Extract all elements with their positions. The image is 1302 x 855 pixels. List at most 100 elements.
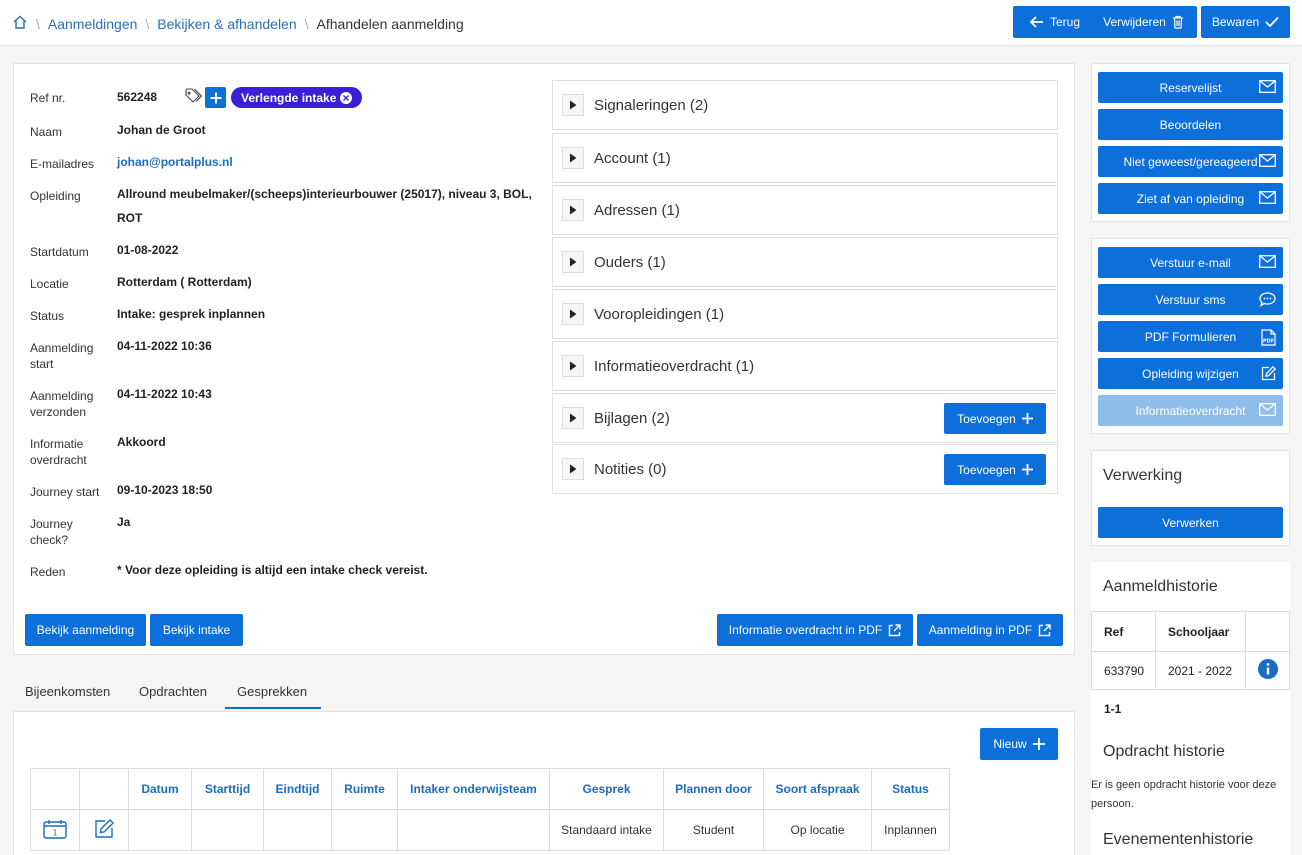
external-link-icon [1038, 623, 1051, 636]
verstuur-sms-button[interactable]: Verstuur sms [1098, 284, 1283, 315]
arrow-left-icon [1029, 16, 1043, 28]
new-gesprek-button[interactable]: Nieuw [980, 728, 1058, 760]
notities-add-button[interactable]: Toevoegen [944, 454, 1046, 485]
col-soort-afspraak[interactable]: Soort afspraak [763, 768, 872, 810]
save-button[interactable]: Bewaren [1201, 6, 1290, 38]
ref-value: 562248 [117, 90, 158, 104]
verwerken-button[interactable]: Verwerken [1098, 507, 1283, 538]
startdatum-label: Startdatum [30, 245, 89, 259]
tab-opdrachten[interactable]: Opdrachten [139, 684, 207, 699]
aanmelding-pdf-button[interactable]: Aanmelding in PDF [917, 614, 1063, 646]
reservelijst-button[interactable]: Reservelijst [1098, 72, 1283, 103]
envelope-icon [1259, 154, 1276, 167]
verwerking-title: Verwerking [1103, 467, 1183, 484]
col-info [1245, 611, 1290, 652]
aanmeldhistorie-title: Aanmeldhistorie [1103, 578, 1218, 595]
bekijk-intake-button[interactable]: Bekijk intake [150, 614, 243, 646]
accordion-notities[interactable]: Notities (0) Toevoegen [552, 444, 1058, 494]
info-overdracht-pdf-button[interactable]: Informatie overdracht in PDF [717, 614, 913, 646]
breadcrumb-aanmeldingen[interactable]: Aanmeldingen [48, 16, 138, 32]
reden-value: * Voor deze opleiding is altijd een inta… [117, 563, 428, 577]
aanmelding-verzonden-value: 04-11-2022 10:43 [117, 387, 212, 401]
bijlagen-add-button[interactable]: Toevoegen [944, 403, 1046, 434]
plus-icon [1032, 738, 1045, 750]
home-icon[interactable] [12, 14, 28, 33]
ref-label: Ref nr. [30, 91, 66, 105]
historie-table: Ref Schooljaar 633790 2021 - 2022 [1091, 611, 1290, 690]
svg-text:1: 1 [52, 828, 57, 837]
pdf-formulieren-button[interactable]: PDF Formulieren PDF [1098, 321, 1283, 352]
accordion-informatieoverdracht[interactable]: Informatieoverdracht (1) [552, 341, 1058, 391]
col-edit [79, 768, 129, 810]
col-starttijd[interactable]: Starttijd [191, 768, 264, 810]
back-button[interactable]: Terug [1013, 6, 1097, 38]
journey-start-label: Journey start [30, 485, 100, 499]
col-gesprek[interactable]: Gesprek [549, 768, 664, 810]
col-calendar [30, 768, 80, 810]
status-badge: Verlengde intake [231, 87, 362, 108]
top-bar: \ Aanmeldingen \ Bekijken & afhandelen \… [0, 0, 1302, 46]
journey-check-value: Ja [117, 515, 131, 529]
opdracht-historie-empty: Er is geen opdracht historie voor deze p… [1091, 779, 1277, 810]
cell-datum [128, 809, 192, 851]
edit-icon[interactable] [93, 818, 115, 843]
caret-right-icon [562, 94, 584, 116]
table-header-row: Ref Schooljaar [1091, 611, 1290, 652]
col-ruimte[interactable]: Ruimte [331, 768, 398, 810]
caret-right-icon [562, 147, 584, 169]
col-intaker[interactable]: Intaker onderwijsteam [397, 768, 550, 810]
opdracht-historie-title: Opdracht historie [1103, 743, 1225, 760]
historie-paging: 1-1 [1104, 702, 1122, 716]
col-status[interactable]: Status [871, 768, 950, 810]
aanmelding-start-label: Aanmelding start [30, 341, 94, 371]
accordion-vooropleidingen[interactable]: Vooropleidingen (1) [552, 289, 1058, 339]
cell-soort-afspraak: Op locatie [763, 809, 872, 851]
envelope-icon [1259, 255, 1276, 268]
pdf-icon: PDF [1261, 329, 1276, 346]
accordion-account[interactable]: Account (1) [552, 133, 1058, 183]
col-datum[interactable]: Datum [128, 768, 192, 810]
cell-ref: 633790 [1091, 651, 1156, 690]
accordion-bijlagen[interactable]: Bijlagen (2) Toevoegen [552, 393, 1058, 443]
reden-label: Reden [30, 565, 66, 579]
tab-gesprekken[interactable]: Gesprekken [237, 684, 307, 699]
tag-icon[interactable] [185, 88, 203, 107]
tab-bijeenkomsten[interactable]: Bijeenkomsten [25, 684, 110, 699]
breadcrumb-bekijken[interactable]: Bekijken & afhandelen [157, 16, 296, 32]
journey-check-label: Journey check? [30, 517, 73, 547]
info-icon[interactable] [1257, 659, 1278, 682]
email-link[interactable]: johan@portalplus.nl [117, 150, 233, 174]
accordion-ouders[interactable]: Ouders (1) [552, 237, 1058, 287]
beoordelen-button[interactable]: Beoordelen [1098, 109, 1283, 140]
email-label: E-mailadres [30, 157, 95, 171]
trash-icon [1172, 15, 1183, 29]
caret-right-icon [562, 355, 584, 377]
bekijk-aanmelding-button[interactable]: Bekijk aanmelding [25, 614, 146, 646]
cell-status: Inplannen [871, 809, 950, 851]
active-tab-indicator [225, 707, 321, 709]
close-icon[interactable] [340, 91, 353, 104]
verstuur-email-button[interactable]: Verstuur e-mail [1098, 247, 1283, 278]
col-ref: Ref [1091, 611, 1156, 652]
col-eindtijd[interactable]: Eindtijd [263, 768, 332, 810]
opleiding-wijzigen-button[interactable]: Opleiding wijzigen [1098, 358, 1283, 389]
calendar-icon[interactable]: 1 [43, 819, 67, 842]
niet-geweest-button[interactable]: Niet geweest/gereageerd [1098, 146, 1283, 177]
cell-gesprek: Standaard intake [549, 809, 664, 851]
add-tag-button[interactable] [205, 87, 226, 108]
caret-right-icon [562, 303, 584, 325]
col-plannen-door[interactable]: Plannen door [663, 768, 764, 810]
ziet-af-button[interactable]: Ziet af van opleiding [1098, 183, 1283, 214]
cell-intaker [397, 809, 550, 851]
external-link-icon [889, 623, 901, 636]
opleiding-value-2: ROT [117, 211, 143, 225]
table-row: 1 Standaard intake Student Op locatie In… [30, 809, 950, 851]
delete-button[interactable]: Verwijderen [1090, 6, 1197, 38]
accordion-signaleringen[interactable]: Signaleringen (2) [552, 80, 1058, 130]
breadcrumb-current: Afhandelen aanmelding [316, 15, 464, 32]
informatieoverdracht-button[interactable]: Informatieoverdracht [1098, 395, 1283, 426]
accordion-adressen[interactable]: Adressen (1) [552, 185, 1058, 235]
table-row: 633790 2021 - 2022 [1091, 651, 1290, 690]
naam-label: Naam [30, 125, 63, 139]
col-schooljaar: Schooljaar [1155, 611, 1246, 652]
